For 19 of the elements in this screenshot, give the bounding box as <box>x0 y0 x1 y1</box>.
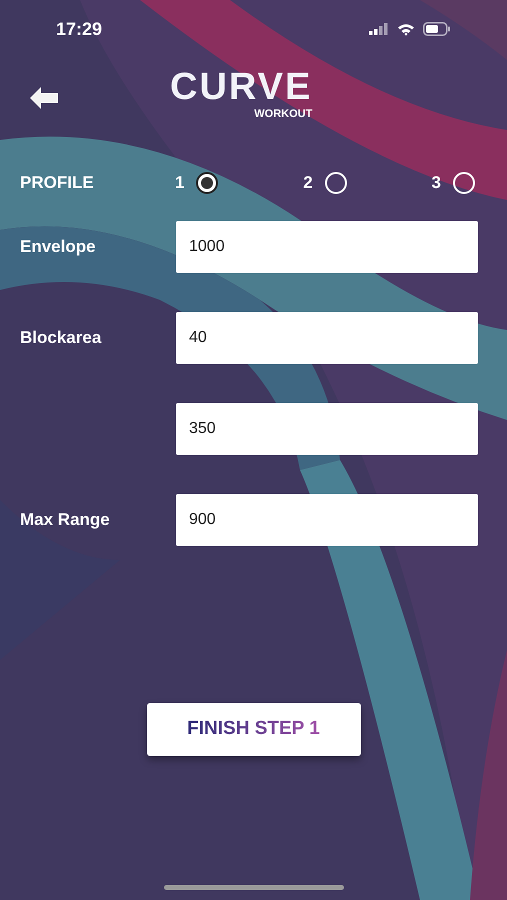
battery-icon <box>423 22 451 36</box>
input-field[interactable]: 350 <box>176 403 478 455</box>
signal-icon <box>369 23 389 35</box>
input-field[interactable]: 900 <box>176 494 478 546</box>
profile-radio[interactable]: 2 <box>303 170 347 196</box>
profile-label: PROFILE <box>20 172 95 194</box>
field-label: Max Range <box>20 510 110 529</box>
logo-subtitle: WORKOUT <box>254 108 312 120</box>
back-arrow-icon[interactable] <box>28 85 60 111</box>
finish-step-button[interactable]: FINISH STEP 1 <box>146 703 360 756</box>
field-label: Envelope <box>20 237 96 256</box>
profile-radio[interactable]: 1 <box>175 170 218 196</box>
input-field[interactable]: 1000 <box>176 221 478 273</box>
status-time: 17:29 <box>56 18 102 40</box>
field-label: Blockarea <box>20 328 102 347</box>
input-field[interactable]: 40 <box>176 312 478 364</box>
profile-radio[interactable]: 3 <box>432 170 475 196</box>
logo-text: CURVE <box>170 66 312 108</box>
wifi-icon <box>397 22 415 36</box>
